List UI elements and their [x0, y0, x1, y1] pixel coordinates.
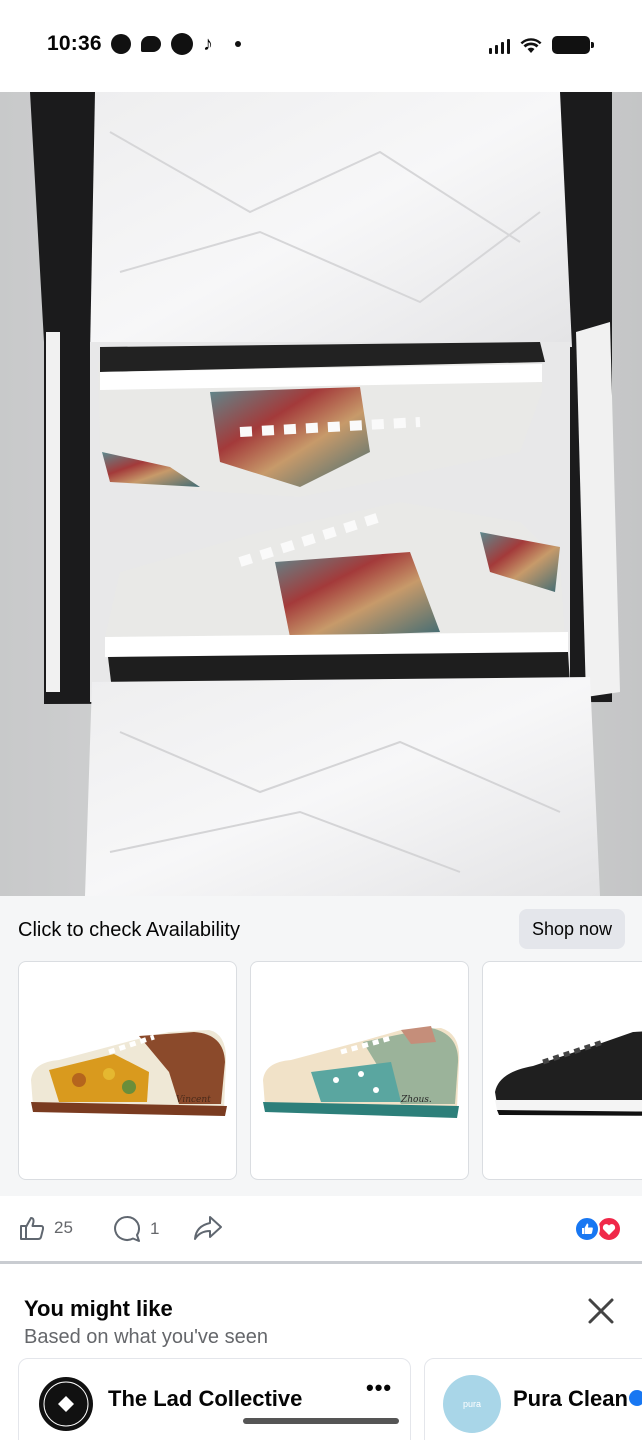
share-button[interactable] [192, 1214, 224, 1242]
more-options-icon[interactable]: ••• [366, 1375, 392, 1401]
lad-collective-avatar[interactable] [38, 1376, 94, 1432]
messenger-icon [111, 34, 131, 54]
like-button[interactable]: 25 [18, 1214, 73, 1242]
signature-vincent: Vincent [176, 1095, 211, 1105]
dot-icon [235, 41, 241, 47]
product-photo[interactable] [0, 92, 642, 896]
section-divider [0, 1261, 642, 1264]
globe-icon [171, 33, 193, 55]
status-bar: 10:36 ♪ [0, 0, 642, 92]
notification-icons: ♪ [111, 33, 241, 55]
shoebox-image [0, 92, 642, 896]
chat-bubble-icon [141, 36, 161, 52]
system-icons [489, 36, 594, 54]
comment-icon [114, 1215, 140, 1242]
cta-text[interactable]: Click to check Availability [18, 919, 240, 942]
shop-now-button[interactable]: Shop now [519, 909, 625, 949]
page-name-pura-clean[interactable]: Pura Clean [513, 1386, 628, 1412]
battery-icon [552, 36, 594, 54]
signal-icon [489, 38, 510, 54]
carousel-card[interactable]: Vincent [18, 961, 237, 1180]
almond-blossom-sneaker-image: Zhous. [263, 1026, 460, 1118]
signature-zhous: Zhous. [400, 1095, 432, 1105]
like-count: 25 [54, 1218, 73, 1237]
share-icon [194, 1216, 222, 1240]
verified-badge-icon [629, 1390, 642, 1406]
close-icon[interactable] [586, 1296, 616, 1326]
thumbs-up-icon [20, 1217, 45, 1240]
wifi-icon [520, 38, 542, 53]
page-name-lad-collective[interactable]: The Lad Collective [108, 1386, 302, 1412]
home-indicator[interactable] [243, 1418, 399, 1424]
comment-button[interactable]: 1 [112, 1214, 159, 1244]
sunflower-sneaker-image: Vincent [31, 1030, 227, 1116]
carousel-card[interactable] [482, 961, 642, 1180]
you-might-like-subtitle: Based on what you've seen [24, 1326, 268, 1348]
status-time: 10:36 [47, 32, 102, 55]
reaction-badges[interactable] [574, 1216, 622, 1242]
pura-clean-avatar[interactable]: pura [443, 1375, 501, 1433]
post-actions-row [0, 1196, 642, 1262]
tiktok-icon: ♪ [203, 33, 213, 55]
black-embossed-sneaker-image [495, 1031, 642, 1116]
you-might-like-title: You might like [24, 1296, 173, 1321]
carousel-card[interactable]: Zhous. [250, 961, 469, 1180]
product-carousel[interactable]: Vincent Zhous. [18, 961, 642, 1181]
comment-count: 1 [150, 1219, 160, 1238]
